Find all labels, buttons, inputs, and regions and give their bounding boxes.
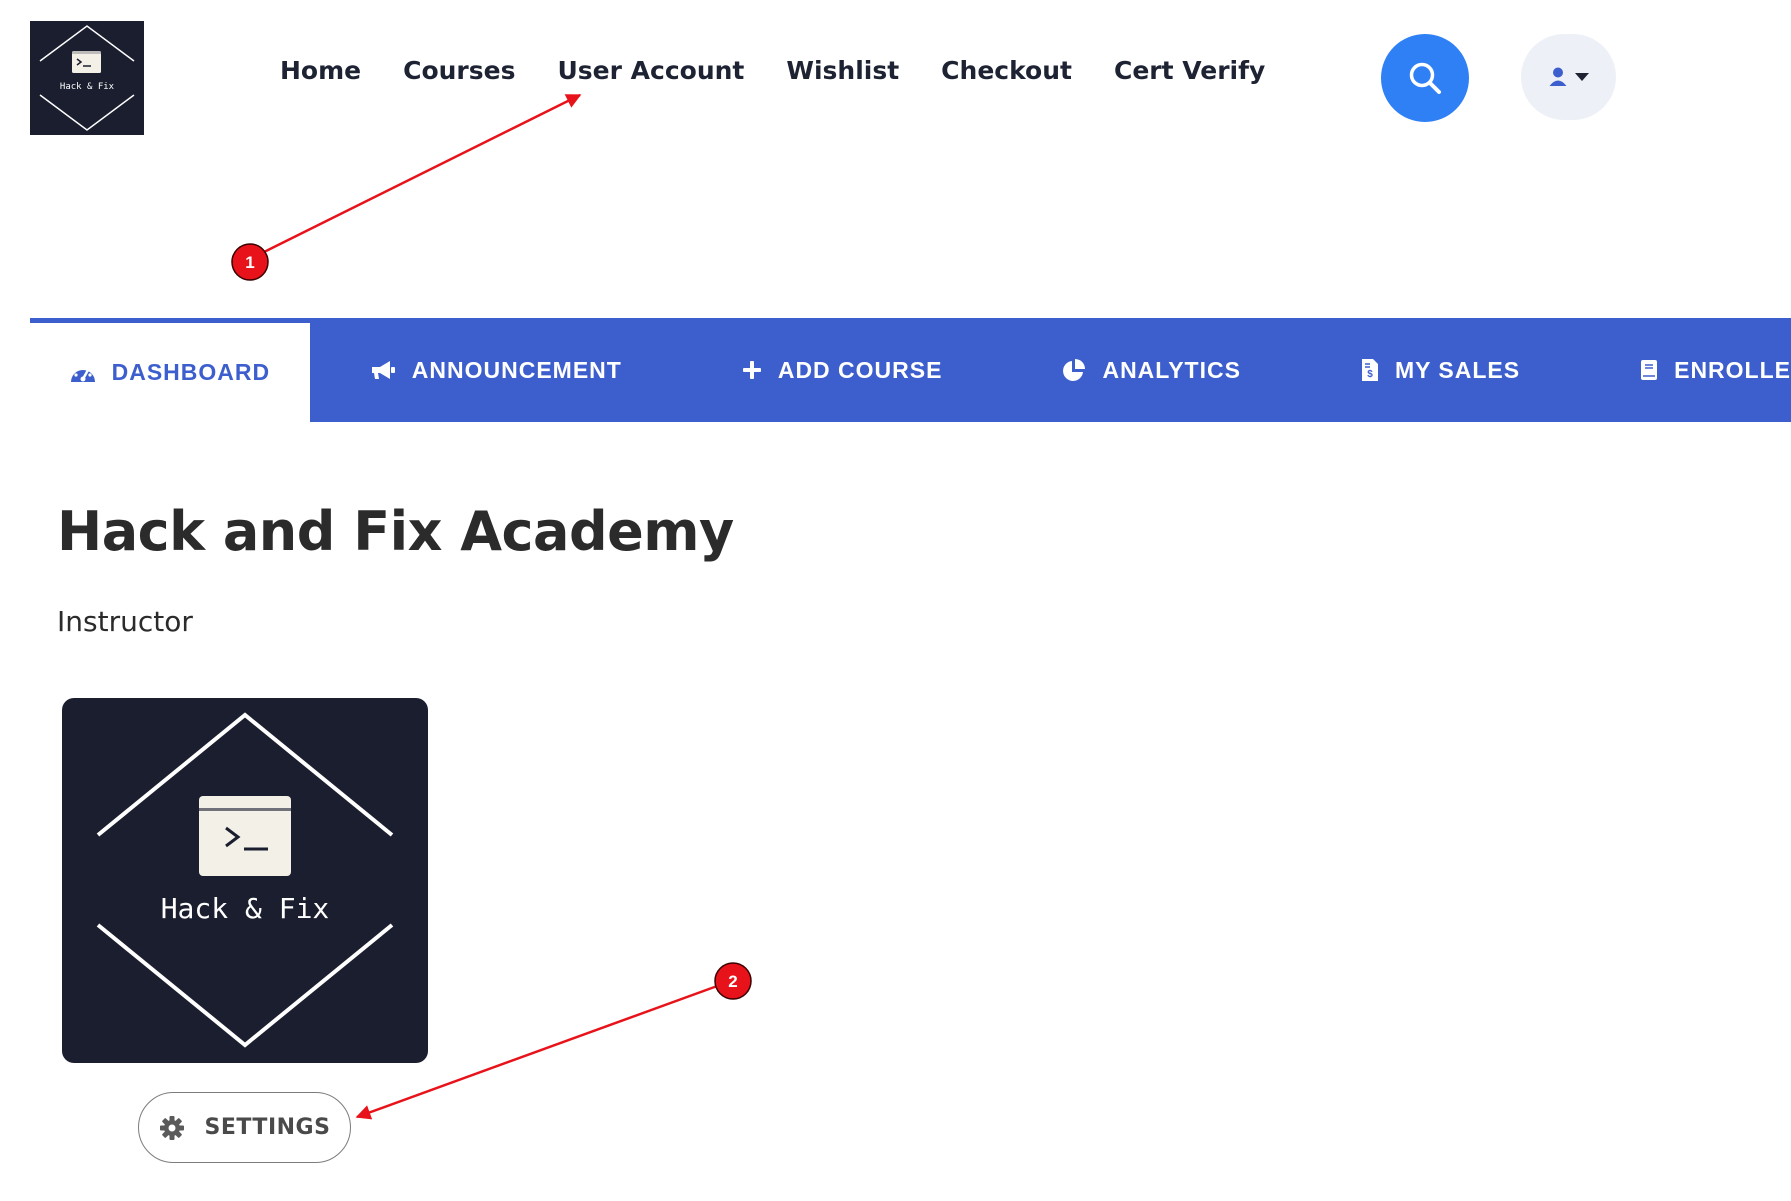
plus-icon — [742, 361, 761, 379]
page-title: Hack and Fix Academy — [57, 500, 734, 563]
tab-add-course[interactable]: ADD COURSE — [742, 318, 943, 422]
dashboard-tabbar: DASHBOARD ANNOUNCEMENT ADD COURSE ANALYT… — [30, 318, 1791, 422]
annotation-badge-2: 2 — [714, 962, 752, 1000]
annotation-arrow-1 — [263, 93, 582, 254]
user-icon — [1549, 67, 1566, 86]
settings-label: SETTINGS — [204, 1115, 331, 1140]
annotation-badge-1: 1 — [231, 243, 269, 281]
gear-icon — [159, 1115, 184, 1140]
nav-cert-verify[interactable]: Cert Verify — [1114, 56, 1265, 85]
svg-text:1: 1 — [245, 253, 254, 272]
nav-courses[interactable]: Courses — [403, 56, 515, 85]
tab-dashboard[interactable]: DASHBOARD — [30, 318, 310, 422]
svg-text:$: $ — [1367, 369, 1373, 380]
tab-enrolled[interactable]: ENROLLE — [1640, 318, 1791, 422]
nav-user-account[interactable]: User Account — [557, 56, 744, 85]
tab-label: DASHBOARD — [111, 359, 271, 385]
nav-wishlist[interactable]: Wishlist — [786, 56, 899, 85]
nav-home[interactable]: Home — [280, 56, 361, 85]
tab-announcement[interactable]: ANNOUNCEMENT — [370, 318, 622, 422]
tab-label: ANALYTICS — [1102, 356, 1241, 383]
user-menu-button[interactable] — [1521, 34, 1616, 120]
search-button[interactable] — [1381, 34, 1469, 122]
tab-label: ENROLLE — [1674, 356, 1791, 383]
tab-label: ADD COURSE — [777, 356, 943, 383]
tab-label: ANNOUNCEMENT — [411, 356, 622, 383]
chevron-down-icon — [1574, 72, 1589, 81]
tab-label: MY SALES — [1394, 356, 1521, 383]
avatar-text: Hack & Fix — [161, 892, 330, 925]
logo-text: Hack & Fix — [60, 82, 115, 92]
tab-analytics[interactable]: ANALYTICS — [1062, 318, 1241, 422]
search-icon — [1409, 62, 1441, 94]
profile-role: Instructor — [57, 605, 193, 638]
invoice-icon: $ — [1361, 359, 1378, 381]
settings-button[interactable]: SETTINGS — [138, 1092, 351, 1163]
megaphone-icon — [371, 361, 395, 379]
gauge-icon — [70, 364, 95, 382]
book-icon — [1641, 360, 1658, 380]
tab-my-sales[interactable]: $ MY SALES — [1361, 318, 1520, 422]
svg-text:2: 2 — [728, 972, 737, 991]
main-nav: Home Courses User Account Wishlist Check… — [280, 56, 1265, 85]
nav-checkout[interactable]: Checkout — [941, 56, 1072, 85]
site-logo[interactable]: Hack & Fix — [30, 21, 144, 135]
pie-chart-icon — [1063, 359, 1086, 381]
profile-avatar: Hack & Fix — [62, 698, 428, 1063]
